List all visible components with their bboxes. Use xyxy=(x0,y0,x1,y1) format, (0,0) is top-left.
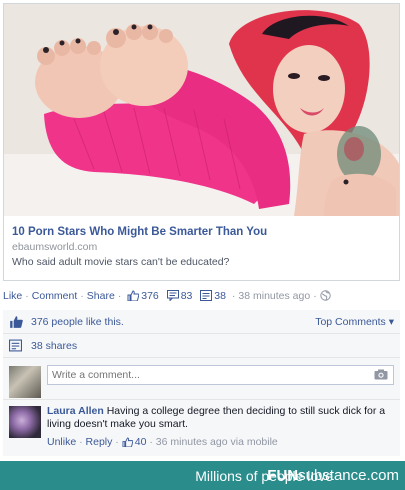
top-comments-label: Top Comments xyxy=(315,316,386,328)
comment-body: Laura Allen Having a college degree then… xyxy=(47,405,392,431)
post-timestamp[interactable]: 38 minutes ago xyxy=(238,290,310,302)
top-comments-dropdown[interactable]: Top Comments ▾ xyxy=(315,316,394,328)
shares-count: 38 xyxy=(214,290,226,302)
comment-item: Laura Allen Having a college degree then… xyxy=(3,400,400,456)
thumbs-up-icon xyxy=(127,290,140,304)
comment-likes-count: 40 xyxy=(134,436,147,448)
comment-bubble-icon xyxy=(166,290,179,304)
shares-count-link[interactable]: 38 xyxy=(200,290,226,302)
unlike-link[interactable]: Unlike xyxy=(47,436,76,448)
likes-count: 376 xyxy=(141,290,159,302)
comment-timestamp[interactable]: 36 minutes ago via mobile xyxy=(156,436,278,448)
comment-link[interactable]: Comment xyxy=(32,290,78,302)
shares-summary-row: 38 shares xyxy=(3,334,400,358)
share-icon xyxy=(9,339,22,355)
avatar[interactable] xyxy=(9,406,41,438)
reply-link[interactable]: Reply xyxy=(86,436,113,448)
likes-count-link[interactable]: 376 xyxy=(127,290,159,302)
likes-summary-row: 376 people like this. Top Comments ▾ xyxy=(3,310,400,334)
watermark-banner: Millions of people love FUNsubstance.com xyxy=(0,461,405,490)
shares-summary-text[interactable]: 38 shares xyxy=(31,340,77,352)
thumbs-up-icon xyxy=(9,315,23,331)
comment-meta: Unlike · Reply · 40 · 36 minutes ago via… xyxy=(47,436,278,450)
post-action-bar: Like · Comment · Share · 376 83 38 · 38 minute… xyxy=(3,290,400,304)
like-link[interactable]: Like xyxy=(3,290,22,302)
caret-down-icon: ▾ xyxy=(388,316,394,328)
link-domain: ebaumsworld.com xyxy=(12,241,98,253)
comments-count: 83 xyxy=(180,290,193,302)
globe-icon[interactable] xyxy=(320,290,331,304)
comments-count-link[interactable]: 83 xyxy=(166,290,193,304)
link-title[interactable]: 10 Porn Stars Who Might Be Smarter Than … xyxy=(12,226,391,238)
comment-likes-link[interactable]: 40 xyxy=(122,436,147,450)
comment-author[interactable]: Laura Allen xyxy=(47,405,104,417)
share-icon xyxy=(200,290,213,304)
link-description: Who said adult movie stars can't be educ… xyxy=(12,256,230,268)
brand-bold: FUN xyxy=(267,467,299,484)
avatar[interactable] xyxy=(9,366,41,398)
likes-summary-text[interactable]: 376 people like this. xyxy=(31,316,124,328)
thumbs-up-icon xyxy=(122,437,133,450)
brand-rest: substance.com xyxy=(298,467,399,484)
link-preview-card[interactable]: 10 Porn Stars Who Might Be Smarter Than … xyxy=(3,3,400,281)
camera-icon[interactable] xyxy=(374,369,388,383)
link-preview-image[interactable] xyxy=(4,4,399,216)
comment-composer xyxy=(3,358,400,400)
brand-logo: FUNsubstance.com xyxy=(267,467,399,484)
link-preview-text: 10 Porn Stars Who Might Be Smarter Than … xyxy=(12,226,391,268)
photo-illustration xyxy=(4,4,399,216)
comment-input[interactable] xyxy=(47,365,394,385)
share-link[interactable]: Share xyxy=(87,290,115,302)
